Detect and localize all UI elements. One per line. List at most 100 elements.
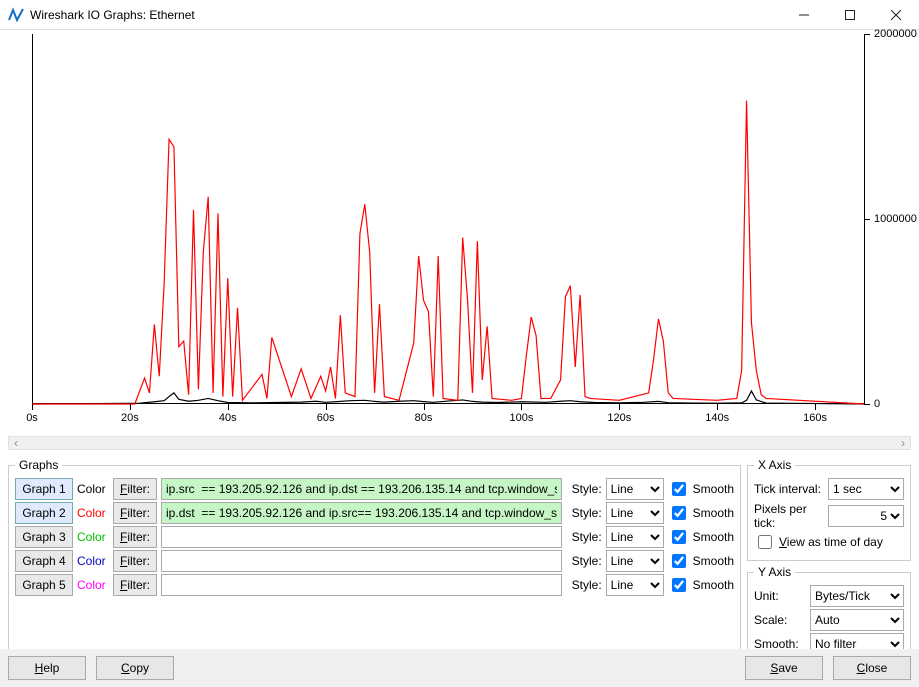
filter-input[interactable] — [161, 574, 562, 596]
filter-input[interactable] — [161, 478, 562, 500]
help-button[interactable]: Help — [8, 656, 86, 680]
graph-toggle-button[interactable]: Graph 2 — [15, 502, 73, 524]
smooth-label: Smooth — [693, 506, 734, 520]
filter-button[interactable]: Filter: — [113, 478, 157, 500]
x-tick — [717, 404, 718, 410]
style-select[interactable]: Line — [606, 478, 664, 500]
filter-input[interactable] — [161, 526, 562, 548]
filter-button[interactable]: Filter: — [113, 550, 157, 572]
horizontal-scrollbar[interactable]: ‹ › — [8, 436, 911, 450]
style-select[interactable]: Line — [606, 574, 664, 596]
tick-interval-label: Tick interval: — [754, 482, 824, 496]
maximize-button[interactable] — [827, 0, 873, 29]
color-label: Color — [77, 482, 109, 496]
save-button[interactable]: Save — [745, 656, 823, 680]
x-tick-label: 80s — [415, 412, 433, 424]
filter-input[interactable] — [161, 502, 562, 524]
bottom-bar: Help Copy Save Close — [0, 649, 919, 687]
smooth-checkbox[interactable] — [672, 506, 686, 520]
graph-toggle-button[interactable]: Graph 1 — [15, 478, 73, 500]
smooth-label: Smooth — [693, 482, 734, 496]
y-tick — [864, 404, 870, 405]
smooth-checkbox[interactable] — [672, 482, 686, 496]
x-tick-label: 60s — [317, 412, 335, 424]
pixels-per-tick-select[interactable]: 5 — [828, 505, 904, 527]
style-select[interactable]: Line — [606, 526, 664, 548]
window-title: Wireshark IO Graphs: Ethernet — [30, 8, 781, 22]
graph-toggle-button[interactable]: Graph 3 — [15, 526, 73, 548]
y-tick — [864, 34, 870, 35]
x-tick — [424, 404, 425, 410]
io-graph-plot[interactable]: 0100000020000000s20s40s60s80s100s120s140… — [8, 34, 911, 430]
graphs-legend: Graphs — [15, 458, 62, 472]
graph-row: Graph 1 Color Filter: Style: Line Smooth — [15, 478, 734, 500]
graph-toggle-button[interactable]: Graph 4 — [15, 550, 73, 572]
title-bar: Wireshark IO Graphs: Ethernet — [0, 0, 919, 30]
x-tick — [815, 404, 816, 410]
minimize-button[interactable] — [781, 0, 827, 29]
view-as-tod-label: View as time of day — [779, 535, 883, 549]
color-label: Color — [77, 554, 109, 568]
y-tick-label: 2000000 — [874, 28, 917, 40]
close-button[interactable] — [873, 0, 919, 29]
smooth-checkbox[interactable] — [672, 578, 686, 592]
scroll-left-icon[interactable]: ‹ — [9, 437, 23, 449]
x-tick-label: 120s — [607, 412, 631, 424]
tick-interval-select[interactable]: 1 sec — [828, 478, 904, 500]
style-label: Style: — [572, 506, 602, 520]
filter-button[interactable]: Filter: — [113, 502, 157, 524]
pixels-per-tick-label: Pixels per tick: — [754, 502, 824, 530]
series-line — [32, 101, 864, 404]
x-tick-label: 40s — [219, 412, 237, 424]
graphs-fieldset: Graphs Graph 1 Color Filter: Style: Line Smoo… — [8, 458, 741, 664]
style-label: Style: — [572, 578, 602, 592]
x-tick-label: 100s — [509, 412, 533, 424]
x-tick — [521, 404, 522, 410]
smooth-label: Smooth — [693, 578, 734, 592]
scroll-right-icon[interactable]: › — [896, 437, 910, 449]
graph-toggle-button[interactable]: Graph 5 — [15, 574, 73, 596]
unit-label: Unit: — [754, 589, 806, 603]
unit-select[interactable]: Bytes/Tick — [810, 585, 904, 607]
y-tick — [864, 219, 870, 220]
x-tick-label: 0s — [26, 412, 38, 424]
wireshark-icon — [8, 7, 24, 23]
y-axis-legend: Y Axis — [754, 565, 795, 579]
x-tick — [130, 404, 131, 410]
color-label: Color — [77, 530, 109, 544]
smooth-checkbox[interactable] — [672, 554, 686, 568]
view-as-tod-checkbox[interactable] — [758, 535, 772, 549]
x-tick-label: 160s — [803, 412, 827, 424]
style-select[interactable]: Line — [606, 502, 664, 524]
x-axis-fieldset: X Axis Tick interval: 1 sec Pixels per t… — [747, 458, 911, 561]
smooth-checkbox[interactable] — [672, 530, 686, 544]
style-label: Style: — [572, 554, 602, 568]
chart-lines — [32, 34, 864, 404]
x-tick-label: 20s — [121, 412, 139, 424]
y-tick-label: 0 — [874, 398, 880, 410]
style-select[interactable]: Line — [606, 550, 664, 572]
color-label: Color — [77, 506, 109, 520]
scroll-track[interactable] — [23, 437, 896, 449]
graph-row: Graph 2 Color Filter: Style: Line Smooth — [15, 502, 734, 524]
scale-select[interactable]: Auto — [810, 609, 904, 631]
graph-row: Graph 5 Color Filter: Style: Line Smooth — [15, 574, 734, 596]
x-tick-label: 140s — [705, 412, 729, 424]
x-tick — [326, 404, 327, 410]
smooth-label: Smooth — [693, 554, 734, 568]
x-tick — [228, 404, 229, 410]
graph-row: Graph 4 Color Filter: Style: Line Smooth — [15, 550, 734, 572]
copy-button[interactable]: Copy — [96, 656, 174, 680]
graph-row: Graph 3ColorFilter:Style:LineSmooth — [15, 526, 734, 548]
color-label: Color — [77, 578, 109, 592]
y-tick-label: 1000000 — [874, 213, 917, 225]
filter-button[interactable]: Filter: — [113, 526, 157, 548]
scale-label: Scale: — [754, 613, 806, 627]
x-axis-legend: X Axis — [754, 458, 795, 472]
close-button-bottom[interactable]: Close — [833, 656, 911, 680]
series-line — [32, 391, 864, 404]
filter-input[interactable] — [161, 550, 562, 572]
style-label: Style: — [572, 482, 602, 496]
filter-button[interactable]: Filter: — [113, 574, 157, 596]
window-buttons — [781, 0, 919, 29]
